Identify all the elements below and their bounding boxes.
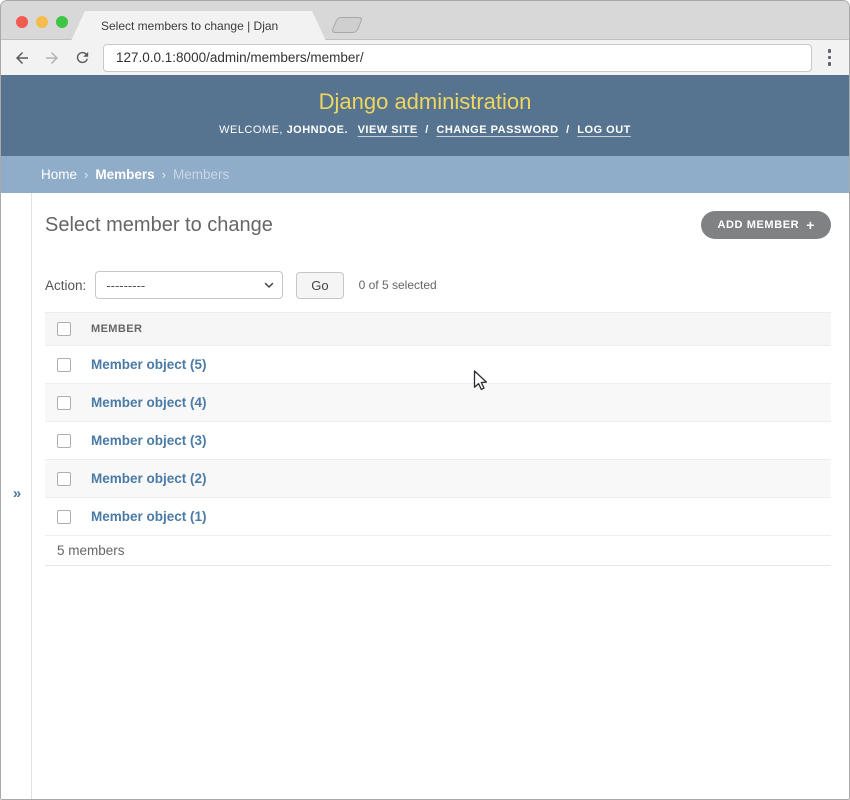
address-bar[interactable] xyxy=(103,44,812,72)
row-checkbox[interactable] xyxy=(57,472,71,486)
add-member-label: ADD MEMBER xyxy=(717,219,799,231)
member-link[interactable]: Member object (3) xyxy=(91,433,207,448)
member-table: MEMBER Member object (5) Member object (… xyxy=(45,312,831,566)
window-controls xyxy=(16,16,68,28)
column-header-member: MEMBER xyxy=(91,323,142,335)
row-checkbox[interactable] xyxy=(57,358,71,372)
member-link[interactable]: Member object (5) xyxy=(91,357,207,372)
close-window-button[interactable] xyxy=(16,16,28,28)
table-header-row: MEMBER xyxy=(45,313,831,346)
selection-counter: 0 of 5 selected xyxy=(359,278,437,292)
minimize-window-button[interactable] xyxy=(36,16,48,28)
browser-window: Select members to change | Djan Django a… xyxy=(0,0,850,800)
back-arrow-icon xyxy=(13,49,31,67)
forward-button[interactable] xyxy=(39,45,65,71)
table-row: Member object (3) xyxy=(45,422,831,460)
back-button[interactable] xyxy=(9,45,35,71)
view-site-link[interactable]: VIEW SITE xyxy=(358,124,418,136)
member-count: 5 members xyxy=(45,536,831,566)
forward-arrow-icon xyxy=(43,49,61,67)
actions-bar: Action: --------- Go 0 of 5 selected xyxy=(45,271,831,299)
breadcrumb-separator-icon: › xyxy=(84,167,88,182)
site-title: Django administration xyxy=(1,89,849,115)
table-row: Member object (1) xyxy=(45,498,831,536)
member-link[interactable]: Member object (2) xyxy=(91,471,207,486)
refresh-icon xyxy=(74,49,91,66)
tab-title: Select members to change | Djan xyxy=(101,19,278,33)
main-panel: Select member to change ADD MEMBER + Act… xyxy=(32,193,849,566)
refresh-button[interactable] xyxy=(69,45,95,71)
row-checkbox[interactable] xyxy=(57,510,71,524)
breadcrumb-separator-icon: › xyxy=(162,167,166,182)
breadcrumb-current: Members xyxy=(173,167,229,182)
browser-tab[interactable]: Select members to change | Djan xyxy=(71,11,326,41)
username: JOHNDOE xyxy=(287,124,345,136)
admin-header: Django administration WELCOME, JOHNDOE. … xyxy=(1,75,849,156)
plus-icon: + xyxy=(806,220,815,230)
breadcrumb-home[interactable]: Home xyxy=(41,167,77,182)
new-tab-button[interactable] xyxy=(331,17,363,33)
breadcrumb-members-app[interactable]: Members xyxy=(95,167,154,182)
add-member-button[interactable]: ADD MEMBER + xyxy=(701,211,831,239)
page-title: Select member to change xyxy=(45,214,273,237)
action-select-wrap: --------- xyxy=(95,271,283,299)
member-link[interactable]: Member object (4) xyxy=(91,395,207,410)
changelist-content: » Select member to change ADD MEMBER + A… xyxy=(1,193,849,800)
welcome-punctuation: . xyxy=(344,124,348,136)
tab-strip: Select members to change | Djan xyxy=(1,1,849,40)
table-row: Member object (4) xyxy=(45,384,831,422)
row-checkbox[interactable] xyxy=(57,434,71,448)
welcome-text: WELCOME, xyxy=(219,124,283,136)
user-tools: WELCOME, JOHNDOE. VIEW SITE / CHANGE PAS… xyxy=(1,124,849,136)
table-row: Member object (2) xyxy=(45,460,831,498)
action-label: Action: xyxy=(45,278,86,293)
go-button[interactable]: Go xyxy=(296,272,343,299)
link-separator: / xyxy=(566,124,570,136)
browser-menu-icon[interactable] xyxy=(824,45,836,70)
sidebar-expand-toggle[interactable]: » xyxy=(7,483,27,503)
action-select[interactable]: --------- xyxy=(95,271,283,299)
select-all-checkbox[interactable] xyxy=(57,322,71,336)
log-out-link[interactable]: LOG OUT xyxy=(577,124,631,136)
link-separator: / xyxy=(425,124,429,136)
sidebar-divider xyxy=(31,193,32,800)
member-link[interactable]: Member object (1) xyxy=(91,509,207,524)
breadcrumb: Home › Members › Members xyxy=(1,156,849,193)
browser-toolbar xyxy=(1,40,849,75)
maximize-window-button[interactable] xyxy=(56,16,68,28)
change-password-link[interactable]: CHANGE PASSWORD xyxy=(436,124,558,136)
table-row: Member object (5) xyxy=(45,346,831,384)
row-checkbox[interactable] xyxy=(57,396,71,410)
